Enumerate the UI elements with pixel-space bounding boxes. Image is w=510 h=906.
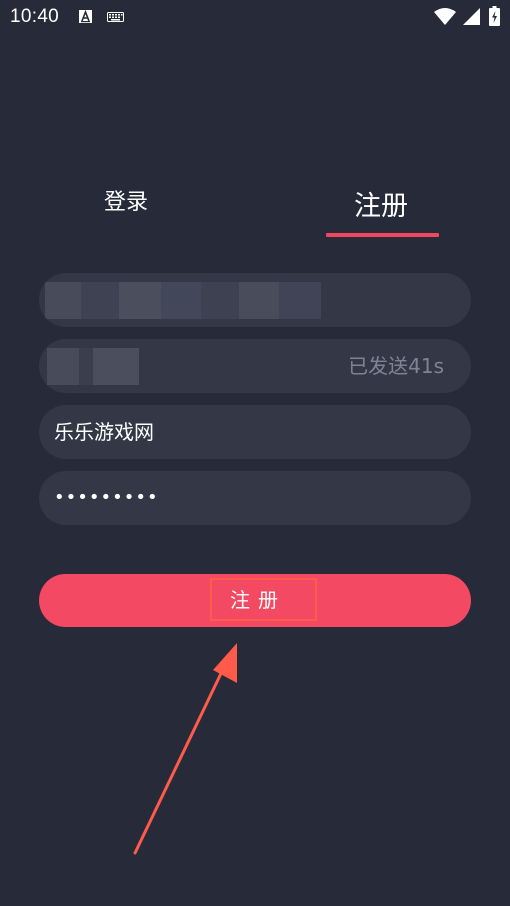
annotation-highlight-box xyxy=(210,578,317,621)
keyboard-icon xyxy=(107,12,124,22)
tab-register[interactable]: 注册 xyxy=(354,184,408,223)
resend-code-countdown: 已发送41s xyxy=(348,354,444,378)
tab-indicator xyxy=(326,233,439,237)
nickname-input[interactable]: 乐乐游戏网 xyxy=(39,405,471,459)
status-time: 10:40 xyxy=(10,6,60,27)
nickname-value: 乐乐游戏网 xyxy=(54,420,154,444)
password-value: ••••••••• xyxy=(54,487,159,508)
account-input[interactable] xyxy=(39,273,471,327)
annotation-arrow-icon xyxy=(133,643,237,855)
a-icon xyxy=(79,10,92,23)
signal-icon xyxy=(463,8,480,25)
status-bar: 10:40 xyxy=(0,0,510,36)
wifi-icon xyxy=(434,8,456,25)
battery-charging-icon xyxy=(489,6,500,26)
password-input[interactable]: ••••••••• xyxy=(39,471,471,525)
verification-code-input[interactable]: 已发送41s xyxy=(39,339,471,393)
tab-login[interactable]: 登录 xyxy=(104,184,148,216)
